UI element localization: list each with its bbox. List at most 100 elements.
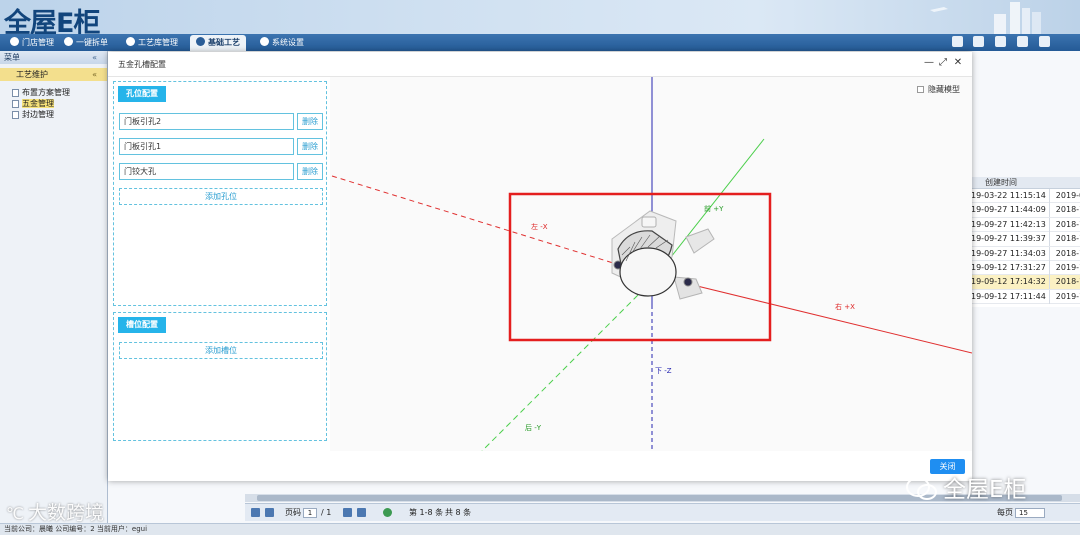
- tab-label: 系统设置: [272, 38, 304, 47]
- table-row[interactable]: 19-09-12 17:31:272019-1: [971, 260, 1080, 276]
- menu-item-hardware[interactable]: 五金管理: [0, 98, 107, 109]
- slot-config-tag: 槽位配置: [118, 317, 166, 333]
- document-icon: [12, 89, 19, 97]
- first-page-icon[interactable]: [251, 508, 260, 517]
- record-range: 第 1-8 条: [409, 508, 444, 517]
- cell-created-time: 19-09-27 11:42:13: [971, 219, 1046, 229]
- menu-title-label: 菜单: [4, 53, 20, 62]
- table-row[interactable]: 19-03-22 11:15:142019-0: [971, 189, 1080, 204]
- hole-row: 门板引孔2 删除: [119, 113, 323, 130]
- tab-label: 一键拆单: [76, 38, 108, 47]
- add-slot-button[interactable]: 添加槽位: [119, 342, 323, 359]
- collapse-icon[interactable]: «: [92, 51, 97, 64]
- store-icon: [10, 37, 19, 46]
- cell-next-column: 2019-1: [1048, 289, 1080, 304]
- hide-model-label: 隐藏模型: [928, 85, 960, 94]
- per-page-select[interactable]: 15: [1015, 508, 1045, 518]
- document-icon: [12, 111, 19, 119]
- delete-hole-button[interactable]: 删除: [297, 163, 323, 180]
- hide-model-checkbox[interactable]: [917, 86, 924, 93]
- axis-label-left-x: 左 -X: [531, 222, 548, 231]
- table-row[interactable]: 19-09-27 11:42:132018-1: [971, 217, 1080, 233]
- user-icon[interactable]: [995, 36, 1007, 47]
- watermark-left-text: 大数跨境: [27, 502, 104, 524]
- x-axis-negative: [331, 175, 653, 276]
- watermark-right: 全屋E柜: [905, 470, 1027, 504]
- records-grid: 创建时间 19-03-22 11:15:142019-019-09-27 11:…: [970, 177, 1080, 307]
- cell-created-time: 19-09-12 17:14:32: [971, 277, 1046, 287]
- hole-name-input[interactable]: 门铰大孔: [119, 163, 294, 180]
- watermark-left: ℃ 大数跨境: [6, 498, 104, 525]
- delete-hole-button[interactable]: 删除: [297, 138, 323, 155]
- cell-created-time: 19-03-22 11:15:14: [971, 191, 1046, 200]
- dialog-title: 五金孔槽配置: [118, 60, 166, 69]
- watermark-logo-icon: ℃: [6, 504, 24, 523]
- x-axis-positive: [651, 274, 972, 354]
- home-icon[interactable]: [951, 36, 963, 47]
- menu-section-process[interactable]: 工艺维护 «: [0, 68, 107, 81]
- section-collapse-icon[interactable]: «: [92, 68, 97, 81]
- document-icon: [12, 100, 19, 108]
- cell-next-column: 2018-1: [1048, 203, 1080, 218]
- slot-config-panel: 槽位配置 添加槽位: [113, 312, 327, 441]
- check-circle-icon: [64, 37, 73, 46]
- per-page-value: 15: [1019, 509, 1028, 517]
- hole-name-input[interactable]: 门板引孔2: [119, 113, 294, 130]
- table-row[interactable]: 19-09-27 11:34:032018-1: [971, 246, 1080, 261]
- hinge-cup-face: [619, 247, 677, 297]
- tab-label: 基础工艺: [208, 38, 240, 47]
- tab-process-library[interactable]: 工艺库管理: [120, 35, 184, 51]
- hole-row: 门铰大孔 删除: [119, 163, 323, 180]
- pagination-bar: 页码 1 / 1 第 1-8 条 共 8 条 每页 15: [245, 503, 1080, 521]
- prev-page-icon[interactable]: [265, 508, 274, 517]
- tab-basic-process[interactable]: 基础工艺: [190, 35, 246, 51]
- gear-icon[interactable]: [1017, 36, 1029, 47]
- menu-section-label: 工艺维护: [16, 70, 48, 79]
- grid-header-created-time[interactable]: 创建时间: [971, 177, 1080, 189]
- wechat-icon: [906, 477, 937, 500]
- header-skyline-graphic: [930, 2, 1041, 34]
- menu-item-label: 布置方案管理: [22, 88, 70, 97]
- table-row[interactable]: 19-09-12 17:11:442019-1: [971, 289, 1080, 305]
- 3d-model-viewport[interactable]: 左 -X 右 +X 前 +Y 后 -Y 下 -Z 隐藏模型: [330, 77, 972, 451]
- menu-item-edge-banding[interactable]: 封边管理: [0, 109, 107, 120]
- exit-icon[interactable]: [1039, 36, 1050, 47]
- delete-hole-button[interactable]: 删除: [297, 113, 323, 130]
- cell-next-column: 2018-1: [1048, 246, 1080, 261]
- hole-row: 门板引孔1 删除: [119, 138, 323, 155]
- tab-one-click-split[interactable]: 一键拆单: [58, 35, 114, 51]
- cell-next-column: 2018-1: [1048, 275, 1080, 290]
- table-row[interactable]: 19-09-12 17:14:322018-1: [971, 275, 1080, 290]
- tab-system-settings[interactable]: 系统设置: [254, 35, 310, 51]
- tab-store-management[interactable]: 门店管理: [4, 35, 60, 51]
- cell-created-time: 19-09-12 17:31:27: [971, 262, 1046, 272]
- minimize-icon[interactable]: —: [924, 58, 934, 68]
- next-page-icon[interactable]: [343, 508, 352, 517]
- table-row[interactable]: 19-09-27 11:44:092018-1: [971, 203, 1080, 218]
- cell-next-column: 2019-0: [1048, 189, 1080, 203]
- globe-icon: [260, 37, 269, 46]
- left-menu: 菜单 « 工艺维护 « 布置方案管理 五金管理 封边管理: [0, 51, 108, 535]
- menu-item-label: 封边管理: [22, 110, 54, 119]
- last-page-icon[interactable]: [357, 508, 366, 517]
- per-page-label: 每页: [997, 508, 1013, 517]
- cell-next-column: 2018-1: [1048, 217, 1080, 232]
- refresh-icon[interactable]: [383, 508, 392, 517]
- maximize-icon[interactable]: ⤢: [938, 58, 948, 68]
- tab-label: 工艺库管理: [138, 38, 178, 47]
- table-row[interactable]: 19-09-27 11:39:372018-1: [971, 232, 1080, 247]
- check-circle-icon: [126, 37, 135, 46]
- hide-model-toggle[interactable]: 隐藏模型: [917, 84, 960, 95]
- menu-item-layout-plans[interactable]: 布置方案管理: [0, 87, 107, 98]
- screw-hole-right: [683, 277, 693, 287]
- page-input[interactable]: 1: [303, 508, 317, 518]
- add-hole-button[interactable]: 添加孔位: [119, 188, 323, 205]
- hinge-mount-tab: [641, 216, 657, 228]
- close-icon[interactable]: ✕: [953, 58, 963, 68]
- y-axis-negative: [481, 280, 653, 451]
- main-nav: 门店管理 一键拆单 工艺库管理 基础工艺 系统设置: [0, 34, 1080, 51]
- total-pages: / 1: [321, 508, 332, 517]
- cell-created-time: 19-09-27 11:44:09: [971, 205, 1046, 215]
- document-icon[interactable]: [973, 36, 985, 47]
- hole-name-input[interactable]: 门板引孔1: [119, 138, 294, 155]
